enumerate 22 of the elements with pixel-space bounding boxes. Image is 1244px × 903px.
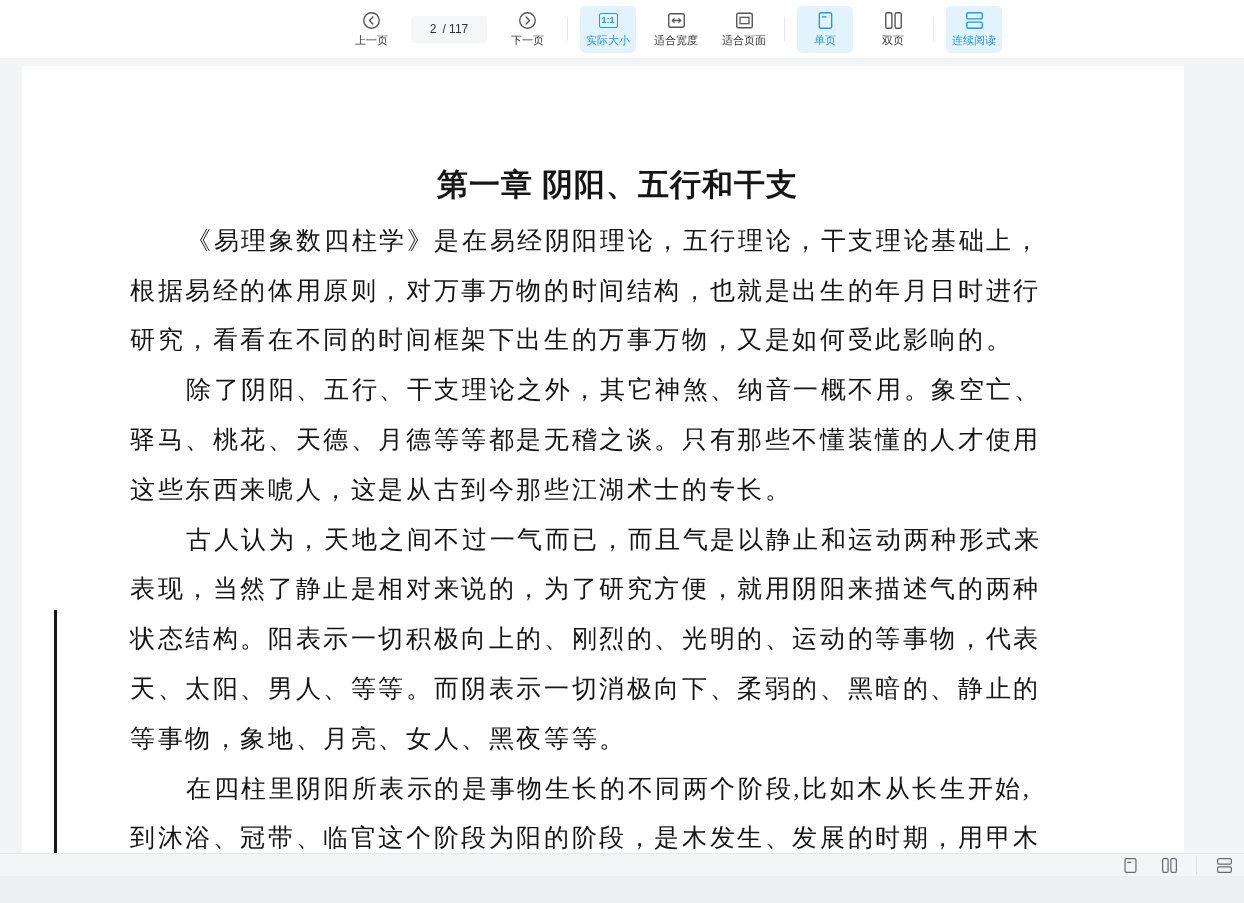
fit-page-button[interactable]: 适合页面 — [716, 5, 772, 53]
fit-width-button[interactable]: 适合宽度 — [648, 5, 704, 53]
chevron-left-circle-icon — [362, 11, 380, 29]
page-icon — [816, 11, 834, 29]
stacked-rows-icon — [1216, 857, 1232, 873]
page-icon — [1122, 857, 1138, 873]
body-paragraph: 古人认为，天地之间不过一气而已，而且气是以静止和运动两种形式来 表现，当然了静止是相对来说的，为了研究方便，就用阴阳来描述气的两种 状态结构。阳表示一切积极向上的、刚烈的、光明的、运动的等事物，代表 天、太阳、男人、等等。而阴表示一切消极向下、柔弱的、黑暗的、静止的 等事物，象地、月亮、女人、黑夜等等。 — [130, 525, 1042, 753]
two-columns-icon — [884, 11, 902, 29]
chapter-title: 第一章 阴阳、五行和干支 — [437, 166, 798, 204]
frame-icon — [735, 11, 753, 29]
stacked-rows-icon — [965, 11, 983, 29]
body-paragraph: 除了阴阳、五行、干支理论之外，其它神煞、纳音一概不用。象空亡、 驿马、桃花、天德、月德等等都是无稽之谈。只有那些不懂装懂的人才使用 这些东西来唬人，这是从古到今那些江湖术士的专长。 — [130, 376, 1042, 504]
body-paragraph: 《易理象数四柱学》是在易经阴阳理论，五行理论，干支理论基础上， 根据易经的体用原则，对万事万物的时间结构，也就是出生的年月日时进行 研究，看看在不同的时间框架下出生的万事万物，又是如何受此影响的。 — [130, 226, 1042, 355]
chevron-right-circle-icon — [518, 11, 536, 29]
double-page-button[interactable]: 双页 — [865, 5, 921, 53]
next-page-button[interactable]: 下一页 — [499, 5, 555, 53]
two-columns-icon — [1161, 857, 1177, 873]
previous-page-button[interactable]: 上一页 — [343, 5, 399, 53]
ratio-box-icon: 1:1 — [598, 12, 618, 28]
width-arrows-icon — [667, 11, 685, 29]
page-number-field[interactable]: 2 / 117 — [411, 15, 487, 43]
body-paragraph: 在四柱里阴阳所表示的是事物生长的不同两个阶段,比如木从长生开始, 到沐浴、冠带、临官这个阶段为阳的阶段，是木发生、发展的时期，用甲木 — [130, 774, 1041, 853]
